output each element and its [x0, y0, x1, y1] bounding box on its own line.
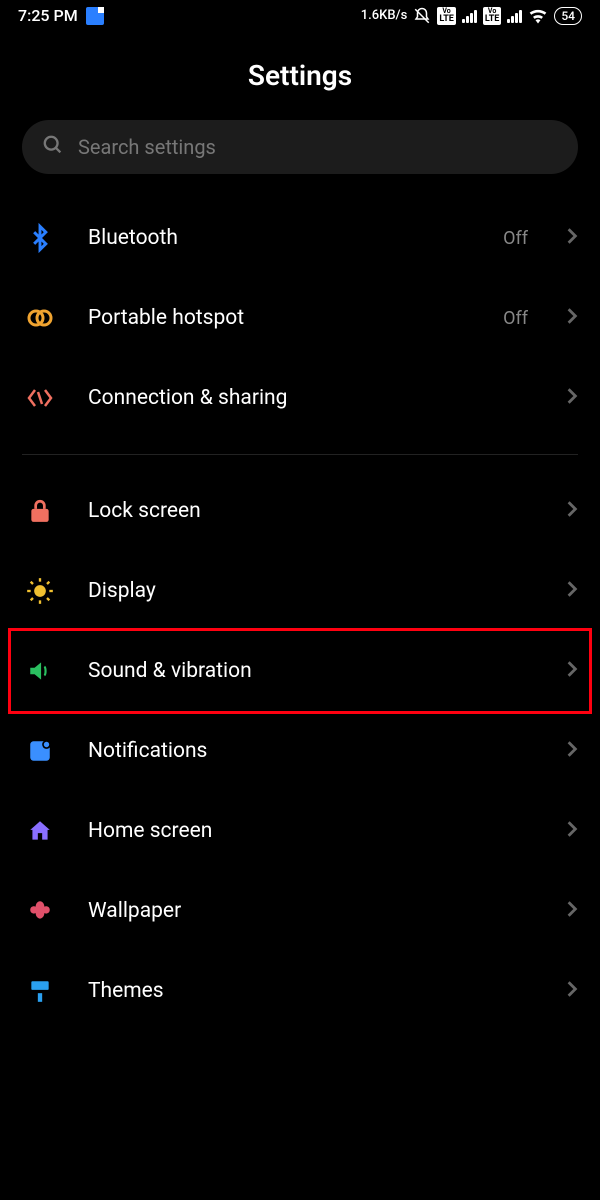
row-label: Portable hotspot: [88, 306, 473, 330]
row-label: Connection & sharing: [88, 386, 536, 410]
chevron-right-icon: [566, 387, 578, 409]
hotspot-icon: [22, 300, 58, 336]
flower-icon: [22, 893, 58, 929]
volte-badge-2: VoLTE: [483, 7, 502, 25]
settings-list: Bluetooth Off Portable hotspot Off Conne…: [0, 198, 600, 1031]
search-input[interactable]: Search settings: [22, 120, 578, 174]
row-home-screen[interactable]: Home screen: [0, 791, 600, 871]
paint-roller-icon: [22, 973, 58, 1009]
row-lock-screen[interactable]: Lock screen: [0, 471, 600, 551]
search-icon: [42, 134, 64, 160]
status-data-rate: 1.6KB/s: [361, 8, 408, 23]
row-label: Lock screen: [88, 499, 536, 523]
chevron-right-icon: [566, 580, 578, 602]
search-placeholder: Search settings: [78, 135, 216, 159]
dnd-off-icon: [413, 7, 431, 25]
row-wallpaper[interactable]: Wallpaper: [0, 871, 600, 951]
row-label: Themes: [88, 979, 536, 1003]
chevron-right-icon: [566, 740, 578, 762]
status-time: 7:25 PM: [18, 6, 78, 25]
row-label: Notifications: [88, 739, 536, 763]
chevron-right-icon: [566, 500, 578, 522]
bluetooth-icon: [22, 220, 58, 256]
row-label: Home screen: [88, 819, 536, 843]
divider: [22, 454, 578, 455]
chevron-right-icon: [566, 900, 578, 922]
sun-icon: [22, 573, 58, 609]
chevron-right-icon: [566, 227, 578, 249]
row-value: Off: [503, 228, 528, 249]
files-app-icon: [86, 7, 104, 25]
speaker-icon: [22, 653, 58, 689]
chevron-right-icon: [566, 660, 578, 682]
home-icon: [22, 813, 58, 849]
row-notifications[interactable]: Notifications: [0, 711, 600, 791]
row-connection-sharing[interactable]: Connection & sharing: [0, 358, 600, 438]
row-hotspot[interactable]: Portable hotspot Off: [0, 278, 600, 358]
chevron-right-icon: [566, 307, 578, 329]
notifications-icon: [22, 733, 58, 769]
wifi-icon: [528, 8, 548, 24]
page-title: Settings: [0, 59, 600, 92]
connection-sharing-icon: [22, 380, 58, 416]
row-label: Bluetooth: [88, 226, 473, 250]
row-value: Off: [503, 308, 528, 329]
signal-bars-1: [462, 9, 477, 23]
chevron-right-icon: [566, 980, 578, 1002]
row-bluetooth[interactable]: Bluetooth Off: [0, 198, 600, 278]
battery-indicator: 54: [554, 7, 582, 25]
row-label: Sound & vibration: [88, 659, 536, 683]
volte-badge-1: VoLTE: [437, 7, 456, 25]
status-bar: 7:25 PM 1.6KB/s VoLTE VoLTE 54: [0, 0, 600, 29]
row-display[interactable]: Display: [0, 551, 600, 631]
lock-icon: [22, 493, 58, 529]
row-sound-vibration[interactable]: Sound & vibration: [8, 628, 592, 714]
row-label: Display: [88, 579, 536, 603]
chevron-right-icon: [566, 820, 578, 842]
row-themes[interactable]: Themes: [0, 951, 600, 1031]
row-label: Wallpaper: [88, 899, 536, 923]
signal-bars-2: [507, 9, 522, 23]
